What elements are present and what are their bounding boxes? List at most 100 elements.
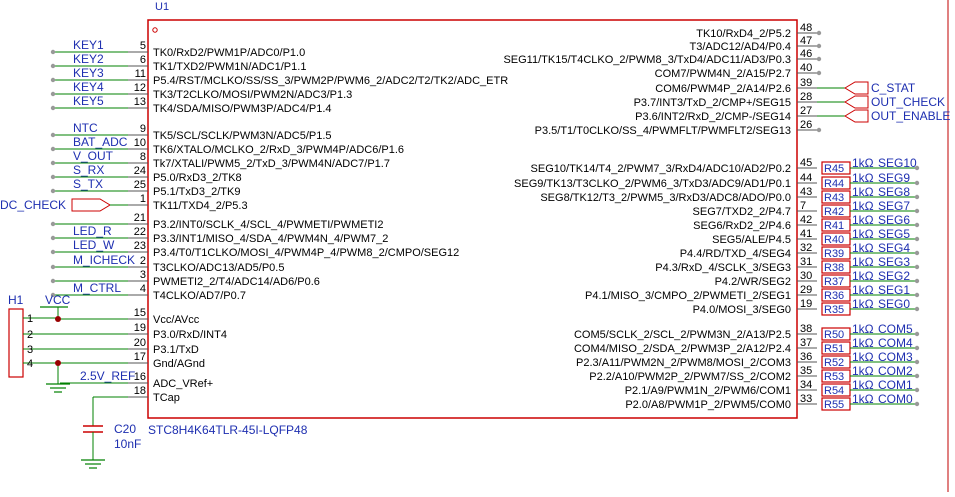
right-pin-number: 42 [800, 214, 812, 226]
capacitor-value: 10nF [114, 437, 141, 451]
vcc-net-label: VCC [45, 293, 71, 307]
wire-end-dot [914, 331, 920, 337]
left-pin-name: T3CLKO/ADC13/AD5/P0.5 [153, 262, 284, 274]
right-net-label: COM4 [878, 336, 913, 350]
left-pin-number: 12 [134, 82, 146, 94]
wire-end-dot [50, 221, 56, 227]
right-pin-name: SEG5/ALE/P4.5 [712, 234, 791, 246]
resistor-designator: R39 [824, 248, 844, 260]
resistor-designator: R54 [824, 385, 844, 397]
right-pin-name: TK10/RxD4_2/P5.2 [696, 28, 791, 40]
no-connect-dot [816, 56, 822, 62]
wire-end-dot [914, 292, 920, 298]
wire-end-dot [914, 401, 920, 407]
right-pin-number: 41 [800, 228, 812, 240]
right-net-label: COM1 [878, 378, 913, 392]
right-pin-number: 34 [800, 379, 812, 391]
resistor-designator: R44 [824, 178, 844, 190]
left-net-label: KEY3 [73, 66, 104, 80]
left-pin-name: Gnd/AGnd [153, 358, 205, 370]
left-pin-name: P3.1/TxD [153, 344, 199, 356]
right-pin-name: P4.4/RD/TXD_4/SEG4 [680, 248, 791, 260]
left-pin-name: TCap [153, 392, 180, 404]
right-pin-number: 26 [800, 119, 812, 131]
port-symbol [844, 95, 869, 109]
wire-end-dot [914, 208, 920, 214]
right-pin-number: 27 [800, 105, 812, 117]
right-pin-name: SEG11/TK15/T4CLKO_2/PWM8_3/TxD4/ADC11/AD… [503, 54, 791, 66]
right-pin-name: COM7/PWM4N_2/A15/P2.7 [655, 68, 791, 80]
header-designator: H1 [8, 293, 24, 307]
right-net-label: SEG7 [878, 199, 910, 213]
resistor-designator: R55 [824, 399, 844, 411]
chip-part-name: STC8H4K64TLR-45I-LQFP48 [148, 423, 308, 437]
resistor-designator: R40 [824, 234, 844, 246]
junction-dot [55, 316, 61, 322]
wire-end-dot [914, 264, 920, 270]
right-net-label: SEG1 [878, 283, 910, 297]
wire-end-dot [50, 63, 56, 69]
right-pin-name: P2.2/A10/PWM2P_2/PWM7/SS_2/COM2 [589, 371, 791, 383]
right-net-label: OUT_CHECK [871, 95, 945, 109]
right-net-label: SEG8 [878, 185, 910, 199]
right-pin-name: COM6/PWM4P_2/A14/P2.6 [655, 83, 791, 95]
resistor-designator: R51 [824, 343, 844, 355]
no-connect-dot [816, 30, 822, 36]
left-pin-name: TK1/TXD2/PWM1N/ADC1/P1.1 [153, 61, 306, 73]
right-net-label: OUT_ENABLE [871, 109, 950, 123]
pin1-marker [152, 27, 158, 33]
right-pin-name: COM5/SCLK_2/SCL_2/PWM3N_2/A13/P2.5 [574, 329, 791, 341]
right-pin-name: SEG10/TK14/T4_2/PWM7_3/RxD4/ADC10/AD2/P0… [531, 163, 791, 175]
dc-check-port [71, 198, 111, 212]
right-pin-number: 31 [800, 256, 812, 268]
left-pin-name: P5.4/RST/MCLKO/SS/SS_3/PWM2P/PWM6_2/ADC2… [153, 75, 508, 87]
right-pin-number: 46 [800, 48, 812, 60]
wire-end-dot [50, 49, 56, 55]
left-pin-number: 1 [140, 193, 146, 205]
wire-end-dot [50, 249, 56, 255]
right-pin-number: 29 [800, 284, 812, 296]
wire-end-dot [50, 91, 56, 97]
resistor-designator: R35 [824, 304, 844, 316]
right-net-label: COM0 [878, 392, 913, 406]
left-pin-name: Vcc/AVcc [153, 314, 200, 326]
left-pin-name: TK11/TXD4_2/P5.3 [153, 200, 248, 212]
left-net-label: KEY2 [73, 52, 104, 66]
wire-end-dot [914, 222, 920, 228]
right-net-label: SEG4 [878, 241, 910, 255]
left-pin-name: PWMETI2_2/T4/ADC14/AD6/P0.6 [153, 276, 320, 288]
right-pin-name: P4.0/MOSI_3/SEG0 [693, 304, 791, 316]
left-pin-number: 6 [140, 54, 146, 66]
left-pin-name: P3.3/INT1/MISO_4/SDA_4/PWM4N_4/PWM7_2 [153, 233, 388, 245]
left-pin-name: TK6/XTALO/MCLKO_2/RxD_3/PWM4P/ADC6/P1.6 [153, 144, 404, 156]
resistor-designator: R50 [824, 329, 844, 341]
left-pin-name: TK0/RxD2/PWM1P/ADC0/P1.0 [153, 47, 305, 59]
right-net-label: SEG5 [878, 227, 910, 241]
left-pin-number: 18 [134, 385, 146, 397]
wire-end-dot [914, 359, 920, 365]
right-pin-name: P3.5/T1/T0CLKO/SS_4/PWMFLT/PWMFLT2/SEG13 [535, 125, 791, 137]
right-pin-name: P2.3/A11/PWM2N_2/PWM8/MOSI_2/COM3 [576, 357, 791, 369]
left-pin-name: TK3/T2CLKO/MOSI/PWM2N/ADC3/P1.3 [153, 89, 352, 101]
left-net-label: LED_W [73, 238, 115, 252]
right-pin-name: P2.0/A8/PWM1P_2/PWM5/COM0 [625, 399, 791, 411]
right-pin-number: 28 [800, 91, 812, 103]
left-pin-number: 13 [134, 96, 146, 108]
right-pin-number: 19 [800, 298, 812, 310]
left-pin-name: TK4/SDA/MISO/PWM3P/ADC4/P1.4 [153, 103, 332, 115]
right-pin-number: 38 [800, 323, 812, 335]
resistor-designator: R53 [824, 371, 844, 383]
capacitor-designator: C20 [114, 422, 136, 436]
left-net-label: BAT_ADC [73, 135, 128, 149]
left-pin-name: ADC_VRef+ [153, 378, 213, 390]
no-connect-dot [816, 127, 822, 133]
resistor-designator: R43 [824, 192, 844, 204]
right-pin-number: 33 [800, 393, 812, 405]
left-pin-number: 16 [134, 371, 146, 383]
right-pin-number: 44 [800, 172, 812, 184]
no-connect-dot [816, 43, 822, 49]
right-net-label: C_STAT [871, 81, 916, 95]
right-pin-name: P4.2/WR/SEG2 [715, 276, 791, 288]
right-net-label: SEG6 [878, 213, 910, 227]
wire-end-dot [914, 194, 920, 200]
